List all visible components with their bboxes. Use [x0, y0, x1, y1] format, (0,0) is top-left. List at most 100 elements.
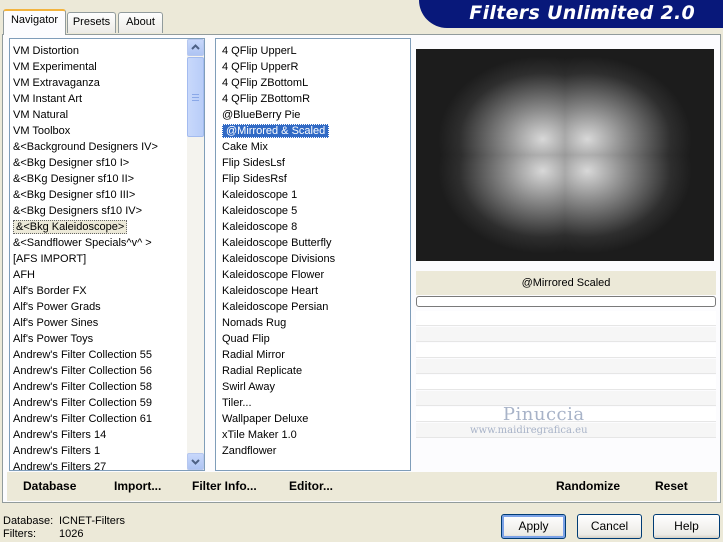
filter-list[interactable]: 4 QFlip UpperL 4 QFlip UpperR 4 QFlip ZBot…: [215, 38, 411, 471]
list-item[interactable]: Kaleidoscope Flower: [216, 267, 324, 283]
list-item[interactable]: &<Sandflower Specials^v^ >: [10, 235, 152, 251]
tab-presets[interactable]: Presets: [67, 12, 116, 33]
list-item[interactable]: Wallpaper Deluxe: [216, 411, 308, 427]
list-item[interactable]: &<BKg Designer sf10 II>: [10, 171, 134, 187]
parameter-row: [416, 359, 716, 374]
list-item[interactable]: VM Experimental: [10, 59, 97, 75]
import-button[interactable]: Import...: [114, 479, 161, 493]
list-item[interactable]: Alf's Power Sines: [10, 315, 98, 331]
list-item[interactable]: Andrew's Filters 1: [10, 443, 100, 459]
reset-button[interactable]: Reset: [655, 479, 688, 493]
list-item[interactable]: Andrew's Filter Collection 55: [10, 347, 152, 363]
preview-quadrant: [565, 155, 714, 261]
list-item[interactable]: 4 QFlip ZBottomL: [216, 75, 308, 91]
scroll-down-button[interactable]: [187, 453, 204, 470]
parameter-row: [416, 311, 716, 326]
list-item-label: Andrew's Filters 1: [13, 445, 101, 457]
list-item-label: Radial Mirror: [222, 349, 285, 361]
list-item[interactable]: VM Toolbox: [10, 123, 70, 139]
list-item[interactable]: &<Bkg Designer sf10 III>: [10, 187, 135, 203]
list-item-label: &<Background Designers IV>: [13, 141, 158, 153]
list-item[interactable]: Alf's Power Grads: [10, 299, 101, 315]
list-item[interactable]: VM Instant Art: [10, 91, 82, 107]
list-item[interactable]: Kaleidoscope Butterfly: [216, 235, 331, 251]
list-item[interactable]: 4 QFlip UpperL: [216, 43, 297, 59]
list-item[interactable]: &<Bkg Kaleidoscope>: [10, 219, 128, 235]
randomize-button[interactable]: Randomize: [556, 479, 620, 493]
list-item-label: Andrew's Filter Collection 58: [13, 381, 153, 393]
list-item-label: Kaleidoscope 8: [222, 221, 298, 233]
category-scrollbar[interactable]: [187, 39, 204, 470]
list-item[interactable]: Andrew's Filters 27: [10, 459, 106, 470]
tab-navigator[interactable]: Navigator: [3, 9, 66, 35]
list-item-label: Flip SidesRsf: [222, 173, 287, 185]
list-item[interactable]: Kaleidoscope 5: [216, 203, 297, 219]
cancel-button[interactable]: Cancel: [577, 514, 642, 539]
list-item[interactable]: Nomads Rug: [216, 315, 286, 331]
progress-bar: [416, 296, 716, 307]
apply-button[interactable]: Apply: [501, 514, 566, 539]
list-item[interactable]: &<Bkg Designer sf10 I>: [10, 155, 129, 171]
list-item[interactable]: 4 QFlip ZBottomR: [216, 91, 310, 107]
preview-quadrant: [416, 155, 565, 261]
list-item-label: Flip SidesLsf: [222, 157, 285, 169]
list-item-label: [AFS IMPORT]: [13, 253, 87, 265]
list-item[interactable]: &<Background Designers IV>: [10, 139, 158, 155]
list-item[interactable]: Andrew's Filter Collection 61: [10, 411, 152, 427]
list-item-label: &<Bkg Designers sf10 IV>: [13, 205, 143, 217]
list-item-label: 4 QFlip UpperR: [222, 61, 299, 73]
list-item-label: Andrew's Filter Collection 56: [13, 365, 153, 377]
list-item[interactable]: Radial Replicate: [216, 363, 302, 379]
list-item[interactable]: Tiler...: [216, 395, 252, 411]
editor-button[interactable]: Editor...: [289, 479, 333, 493]
list-item[interactable]: Zandflower: [216, 443, 276, 459]
list-item[interactable]: Kaleidoscope Persian: [216, 299, 328, 315]
filter-info-button[interactable]: Filter Info...: [192, 479, 257, 493]
list-item[interactable]: Flip SidesLsf: [216, 155, 285, 171]
list-item[interactable]: Andrew's Filter Collection 59: [10, 395, 152, 411]
parameter-row: [416, 391, 716, 406]
list-item[interactable]: Quad Flip: [216, 331, 270, 347]
filters-count: 1026: [59, 528, 84, 540]
scroll-thumb[interactable]: [187, 57, 204, 137]
list-item[interactable]: 4 QFlip UpperR: [216, 59, 298, 75]
grip-icon: [192, 94, 199, 101]
list-item[interactable]: Andrew's Filters 14: [10, 427, 106, 443]
database-button[interactable]: Database: [23, 479, 76, 493]
list-item[interactable]: Andrew's Filter Collection 58: [10, 379, 152, 395]
list-item[interactable]: Kaleidoscope 1: [216, 187, 297, 203]
list-item[interactable]: @Mirrored & Scaled: [216, 123, 330, 139]
list-item[interactable]: Kaleidoscope 8: [216, 219, 297, 235]
list-item[interactable]: AFH: [10, 267, 35, 283]
list-item[interactable]: Andrew's Filter Collection 56: [10, 363, 152, 379]
list-item[interactable]: VM Natural: [10, 107, 68, 123]
list-item[interactable]: Cake Mix: [216, 139, 268, 155]
app-title: Filters Unlimited 2.0: [469, 2, 695, 24]
list-item-label: Kaleidoscope 5: [222, 205, 298, 217]
list-item[interactable]: xTile Maker 1.0: [216, 427, 297, 443]
help-button[interactable]: Help: [653, 514, 720, 539]
scroll-up-button[interactable]: [187, 39, 204, 56]
list-item[interactable]: Flip SidesRsf: [216, 171, 287, 187]
tab-about[interactable]: About: [118, 12, 163, 33]
list-item-label: VM Instant Art: [13, 93, 83, 105]
title-banner: Filters Unlimited 2.0: [419, 0, 723, 28]
list-item[interactable]: VM Extravaganza: [10, 75, 100, 91]
database-value: ICNET-Filters: [59, 515, 125, 527]
list-item[interactable]: VM Distortion: [10, 43, 79, 59]
list-item[interactable]: Kaleidoscope Heart: [216, 283, 318, 299]
list-item-label: Andrew's Filter Collection 61: [13, 413, 153, 425]
database-info: Database: ICNET-Filters: [3, 515, 125, 527]
list-item[interactable]: Alf's Power Toys: [10, 331, 93, 347]
list-item-label: Quad Flip: [222, 333, 270, 345]
list-item[interactable]: &<Bkg Designers sf10 IV>: [10, 203, 142, 219]
list-item[interactable]: Swirl Away: [216, 379, 275, 395]
list-item[interactable]: [AFS IMPORT]: [10, 251, 86, 267]
list-item-label: Nomads Rug: [222, 317, 287, 329]
list-item[interactable]: Alf's Border FX: [10, 283, 87, 299]
list-item[interactable]: Radial Mirror: [216, 347, 285, 363]
preview-quadrant: [416, 49, 565, 155]
list-item[interactable]: Kaleidoscope Divisions: [216, 251, 335, 267]
list-item[interactable]: @BlueBerry Pie: [216, 107, 300, 123]
category-list[interactable]: VM Distortion VM Experimental VM Extravaga…: [9, 38, 205, 471]
